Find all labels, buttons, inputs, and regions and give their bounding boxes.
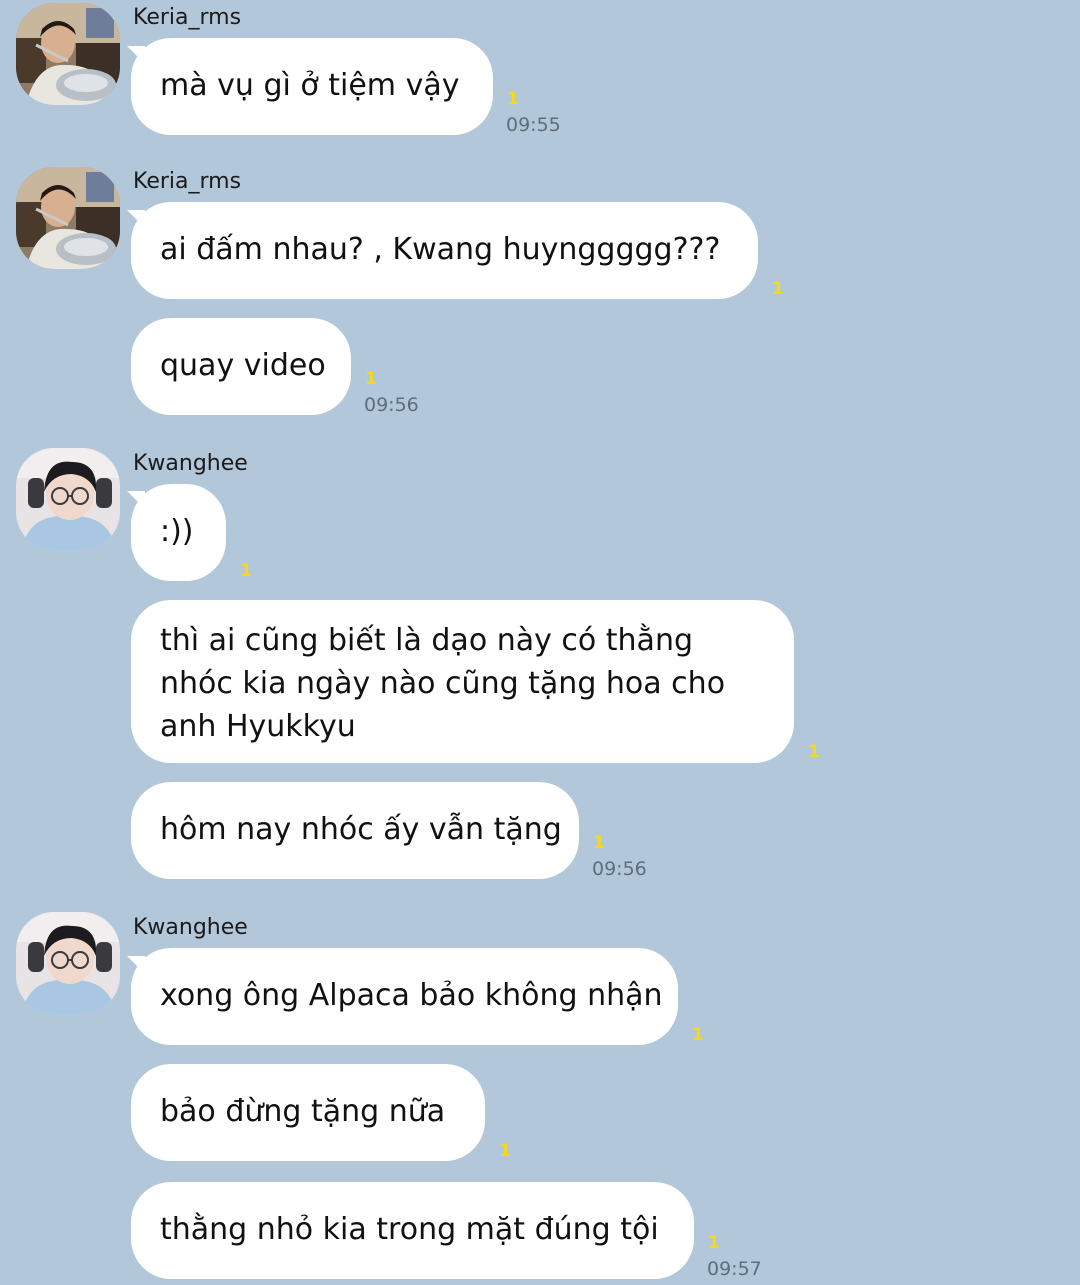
unread-count: 1 xyxy=(240,561,252,581)
message-bubble[interactable]: hôm nay nhóc ấy vẫn tặng xyxy=(131,782,579,879)
unread-count: 1 xyxy=(499,1141,511,1161)
message-bubble[interactable]: ai đấm nhau? , Kwang huynggggg??? xyxy=(131,202,758,299)
message-bubble[interactable]: bảo đừng tặng nữa xyxy=(131,1064,485,1161)
unread-count: 1 xyxy=(708,1233,720,1253)
message-line: anh Hyukkyu xyxy=(160,709,356,744)
sender-name: Kwanghee xyxy=(133,915,248,940)
message-time: 09:55 xyxy=(506,114,561,136)
avatar-kwanghee-icon[interactable] xyxy=(16,448,120,550)
unread-count: 1 xyxy=(772,279,784,299)
message-time: 09:56 xyxy=(592,858,647,880)
avatar-keria-icon[interactable] xyxy=(16,3,120,105)
message-line: thì ai cũng biết là dạo này có thằng xyxy=(160,623,693,658)
message-bubble[interactable]: thì ai cũng biết là dạo này có thằng nhó… xyxy=(131,600,794,763)
avatar-kwanghee-icon[interactable] xyxy=(16,912,120,1014)
unread-count: 1 xyxy=(808,742,820,762)
message-bubble[interactable]: thằng nhỏ kia trong mặt đúng tội xyxy=(131,1182,694,1279)
chat-area[interactable]: Keria_rms mà vụ gì ở tiệm vậy 1 09:55 Ke… xyxy=(0,0,1080,1285)
unread-count: 1 xyxy=(365,369,377,389)
message-time: 09:57 xyxy=(707,1258,762,1280)
message-bubble[interactable]: xong ông Alpaca bảo không nhận xyxy=(131,948,678,1045)
message-line: nhóc kia ngày nào cũng tặng hoa cho xyxy=(160,666,726,701)
message-bubble[interactable]: mà vụ gì ở tiệm vậy xyxy=(131,38,493,135)
unread-count: 1 xyxy=(507,89,519,109)
message-time: 09:56 xyxy=(364,394,419,416)
message-bubble[interactable]: :)) xyxy=(131,484,226,581)
sender-name: Keria_rms xyxy=(133,5,242,30)
unread-count: 1 xyxy=(593,833,605,853)
sender-name: Keria_rms xyxy=(133,169,242,194)
message-bubble[interactable]: quay video xyxy=(131,318,351,415)
unread-count: 1 xyxy=(692,1025,704,1045)
sender-name: Kwanghee xyxy=(133,451,248,476)
avatar-keria-icon[interactable] xyxy=(16,167,120,269)
